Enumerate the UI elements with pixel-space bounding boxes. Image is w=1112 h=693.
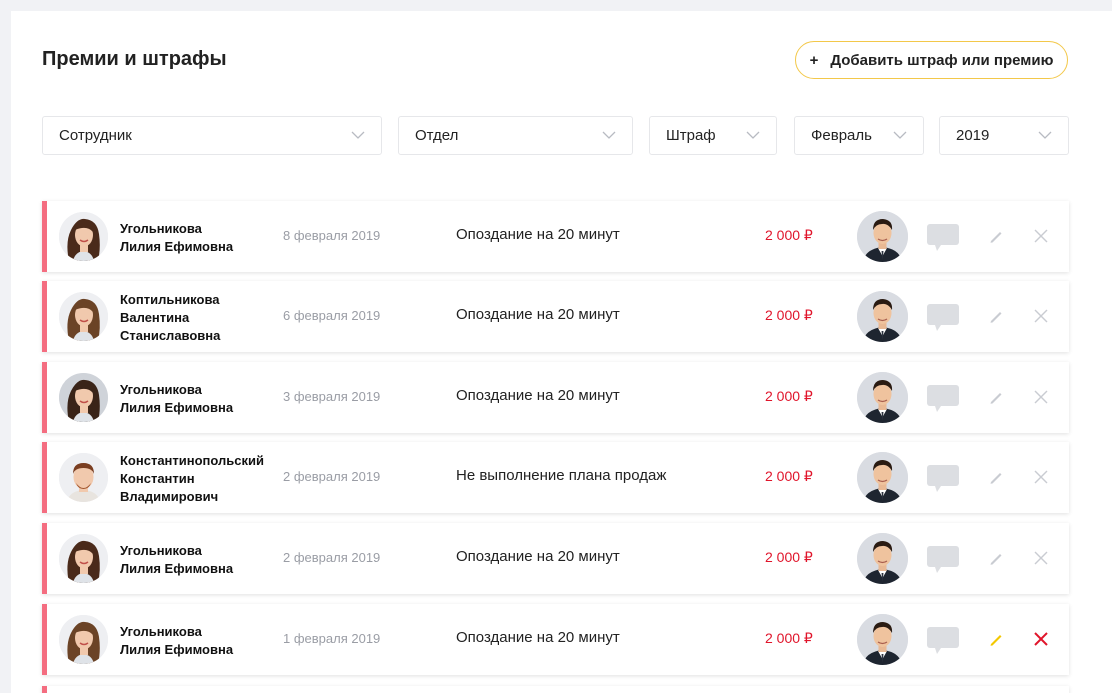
comment-icon[interactable]	[927, 546, 959, 574]
employee-name[interactable]: Коптильникова Валентина Станиславовна	[120, 291, 270, 345]
employee-name[interactable]: Угольникова Лилия Ефимовна	[120, 542, 270, 578]
manager-avatar	[857, 452, 908, 503]
record-reason: Не выполнение плана продаж	[456, 467, 667, 484]
employee-first-name: Лилия Ефимовна	[120, 642, 234, 657]
year-filter[interactable]: 2019	[939, 116, 1069, 155]
edit-icon[interactable]	[988, 550, 1004, 566]
close-icon[interactable]	[1034, 309, 1048, 323]
record-reason: Опоздание на 20 минут	[456, 548, 620, 565]
record-reason: Опоздание на 20 минут	[456, 226, 620, 243]
chevron-down-icon	[1038, 131, 1052, 139]
employee-name[interactable]: Угольникова Лилия Ефимовна	[120, 623, 270, 659]
type-filter[interactable]: Штраф	[649, 116, 777, 155]
edit-icon[interactable]	[988, 631, 1004, 647]
employee-avatar	[59, 534, 108, 583]
record-amount: 2 000 ₽	[765, 549, 813, 565]
add-button-label: Добавить штраф или премию	[830, 51, 1054, 69]
employee-filter[interactable]: Сотрудник	[42, 116, 382, 155]
manager-avatar	[857, 614, 908, 665]
employee-first-name: Лилия Ефимовна	[120, 561, 234, 576]
page-title: Премии и штрафы	[42, 48, 227, 70]
close-icon[interactable]	[1034, 229, 1048, 243]
close-icon[interactable]	[1034, 551, 1048, 565]
table-row[interactable]: Угольникова Лилия Ефимовна 3 февраля 201…	[42, 362, 1069, 433]
comment-icon[interactable]	[927, 385, 959, 413]
manager-avatar	[857, 211, 908, 262]
record-reason: Опоздание на 20 минут	[456, 306, 620, 323]
record-date: 3 февраля 2019	[283, 389, 381, 404]
record-amount: 2 000 ₽	[765, 468, 813, 484]
employee-first-name: Валентина	[120, 310, 190, 325]
employee-name[interactable]: Угольникова Лилия Ефимовна	[120, 220, 270, 256]
record-amount: 2 000 ₽	[765, 307, 813, 323]
table-row[interactable]: Угольникова Лилия Ефимовна 8 февраля 201…	[42, 201, 1069, 272]
employee-first-name: Лилия Ефимовна	[120, 400, 234, 415]
record-date: 1 февраля 2019	[283, 631, 381, 646]
table-row[interactable]: Коптильникова Валентина Станиславовна 6 …	[42, 281, 1069, 352]
manager-avatar	[857, 372, 908, 423]
edit-icon[interactable]	[988, 228, 1004, 244]
month-filter[interactable]: Февраль	[794, 116, 924, 155]
employee-avatar	[59, 453, 108, 502]
chevron-down-icon	[893, 131, 907, 139]
employee-first-name: Константин	[120, 471, 195, 486]
table-row[interactable]: Угольникова Лилия Ефимовна 1 февраля 201…	[42, 604, 1069, 675]
record-date: 2 февраля 2019	[283, 550, 381, 565]
record-amount: 2 000 ₽	[765, 630, 813, 646]
employee-last-name: Угольникова	[120, 221, 202, 236]
employee-last-name: Константинопольский	[120, 453, 264, 468]
employee-avatar	[59, 615, 108, 664]
employee-avatar	[59, 373, 108, 422]
employee-patronymic: Владимирович	[120, 489, 219, 504]
employee-last-name: Угольникова	[120, 624, 202, 639]
table-row[interactable]	[42, 686, 1069, 693]
add-fine-or-bonus-button[interactable]: + Добавить штраф или премию	[795, 41, 1068, 79]
employee-avatar	[59, 212, 108, 261]
record-reason: Опоздание на 20 минут	[456, 629, 620, 646]
year-filter-value: 2019	[956, 127, 990, 144]
employee-last-name: Угольникова	[120, 543, 202, 558]
record-amount: 2 000 ₽	[765, 227, 813, 243]
comment-icon[interactable]	[927, 304, 959, 332]
record-amount: 2 000 ₽	[765, 388, 813, 404]
record-date: 6 февраля 2019	[283, 308, 381, 323]
employee-avatar	[59, 292, 108, 341]
employee-filter-value: Сотрудник	[59, 127, 132, 144]
employee-name[interactable]: Угольникова Лилия Ефимовна	[120, 381, 270, 417]
edit-icon[interactable]	[988, 308, 1004, 324]
month-filter-value: Февраль	[811, 127, 872, 144]
table-row[interactable]: Константинопольский Константин Владимиро…	[42, 442, 1069, 513]
close-icon[interactable]	[1034, 632, 1048, 646]
employee-last-name: Угольникова	[120, 382, 202, 397]
comment-icon[interactable]	[927, 224, 959, 252]
comment-icon[interactable]	[927, 627, 959, 655]
comment-icon[interactable]	[927, 465, 959, 493]
employee-last-name: Коптильникова	[120, 292, 220, 307]
chevron-down-icon	[746, 131, 760, 139]
manager-avatar	[857, 291, 908, 342]
employee-name[interactable]: Константинопольский Константин Владимиро…	[120, 452, 270, 506]
table-row[interactable]: Угольникова Лилия Ефимовна 2 февраля 201…	[42, 523, 1069, 594]
employee-first-name: Лилия Ефимовна	[120, 239, 234, 254]
employee-patronymic: Станиславовна	[120, 328, 221, 343]
close-icon[interactable]	[1034, 470, 1048, 484]
department-filter[interactable]: Отдел	[398, 116, 633, 155]
edit-icon[interactable]	[988, 389, 1004, 405]
manager-avatar	[857, 533, 908, 584]
department-filter-value: Отдел	[415, 127, 459, 144]
record-date: 2 февраля 2019	[283, 469, 381, 484]
chevron-down-icon	[351, 131, 365, 139]
record-date: 8 февраля 2019	[283, 228, 381, 243]
edit-icon[interactable]	[988, 469, 1004, 485]
main-panel: Премии и штрафы + Добавить штраф или пре…	[11, 11, 1112, 693]
plus-icon: +	[809, 51, 819, 69]
record-reason: Опоздание на 20 минут	[456, 387, 620, 404]
chevron-down-icon	[602, 131, 616, 139]
close-icon[interactable]	[1034, 390, 1048, 404]
type-filter-value: Штраф	[666, 127, 716, 144]
